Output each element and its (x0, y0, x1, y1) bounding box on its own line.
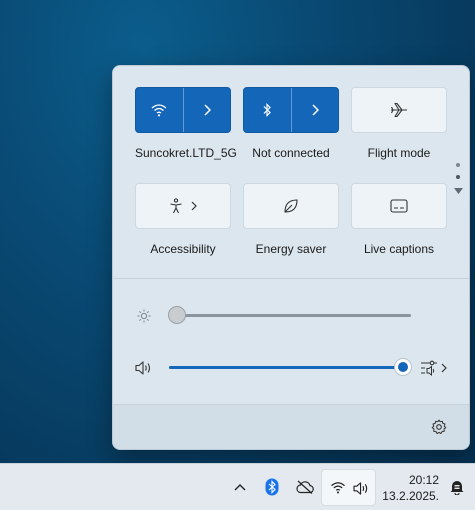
brightness-slider-track[interactable] (177, 314, 411, 317)
flight-mode-tile-label: Flight mode (367, 146, 431, 160)
clock-date: 13.2.2025. (382, 489, 439, 503)
accessibility-tile-label: Accessibility (150, 242, 216, 256)
airplane-icon (390, 102, 408, 118)
page-indicator-dot-active[interactable] (456, 175, 460, 179)
volume-slider-thumb[interactable] (394, 358, 412, 376)
cloud-off-icon (295, 480, 315, 494)
captions-icon (390, 199, 408, 213)
accessibility-icon (169, 198, 183, 214)
volume-slider-fill (169, 366, 403, 369)
page-indicator-dot[interactable] (456, 163, 460, 167)
sun-icon (137, 309, 151, 323)
accessibility-tile[interactable] (135, 183, 231, 229)
chevron-up-icon (234, 483, 246, 491)
bluetooth-icon (265, 478, 279, 496)
taskbar-bluetooth-button[interactable] (262, 477, 282, 497)
chevron-right-icon (191, 201, 197, 211)
taskbar-onedrive-button[interactable] (294, 477, 316, 497)
live-captions-tile[interactable] (351, 183, 447, 229)
wifi-toggle[interactable] (136, 88, 183, 132)
audio-mixer-icon (420, 359, 438, 377)
clock[interactable]: 20:12 13.2.2025. (382, 472, 439, 504)
volume-slider-track[interactable] (169, 366, 403, 369)
chevron-right-icon (311, 104, 319, 116)
clock-time: 20:12 (408, 473, 439, 487)
live-captions-tile-label: Live captions (363, 242, 435, 256)
footer-divider (113, 404, 469, 405)
bluetooth-tile-label: Not connected (252, 146, 330, 160)
speaker-icon[interactable] (135, 360, 153, 376)
bluetooth-toggle[interactable] (244, 88, 291, 132)
quick-settings-panel: Suncokret.LTD_5G Not connected Flight mo… (112, 65, 470, 450)
wifi-tile-label: Suncokret.LTD_5G (135, 146, 237, 160)
page-down-icon[interactable] (454, 188, 463, 195)
bluetooth-tile[interactable] (243, 87, 339, 133)
quick-settings-footer (113, 404, 469, 449)
gear-icon[interactable] (431, 419, 447, 435)
section-divider (113, 278, 469, 279)
notification-icon (449, 479, 465, 495)
chevron-right-icon (441, 363, 447, 373)
energy-saver-tile[interactable] (243, 183, 339, 229)
bluetooth-icon (262, 103, 272, 117)
network-sound-button[interactable] (321, 469, 376, 506)
show-hidden-icons-button[interactable] (230, 477, 250, 497)
wifi-tile[interactable] (135, 87, 231, 133)
speaker-icon (353, 481, 370, 496)
brightness-slider-thumb[interactable] (168, 306, 186, 324)
chevron-right-icon (203, 104, 211, 116)
wifi-icon (330, 481, 346, 494)
flight-mode-tile[interactable] (351, 87, 447, 133)
wifi-expand-button[interactable] (183, 88, 230, 132)
leaf-icon (283, 198, 299, 214)
wifi-icon (151, 103, 167, 117)
audio-output-button[interactable] (420, 358, 450, 378)
taskbar: 20:12 13.2.2025. (0, 463, 475, 510)
notification-center-button[interactable] (447, 477, 467, 497)
energy-saver-tile-label: Energy saver (255, 242, 327, 256)
bluetooth-expand-button[interactable] (291, 88, 338, 132)
